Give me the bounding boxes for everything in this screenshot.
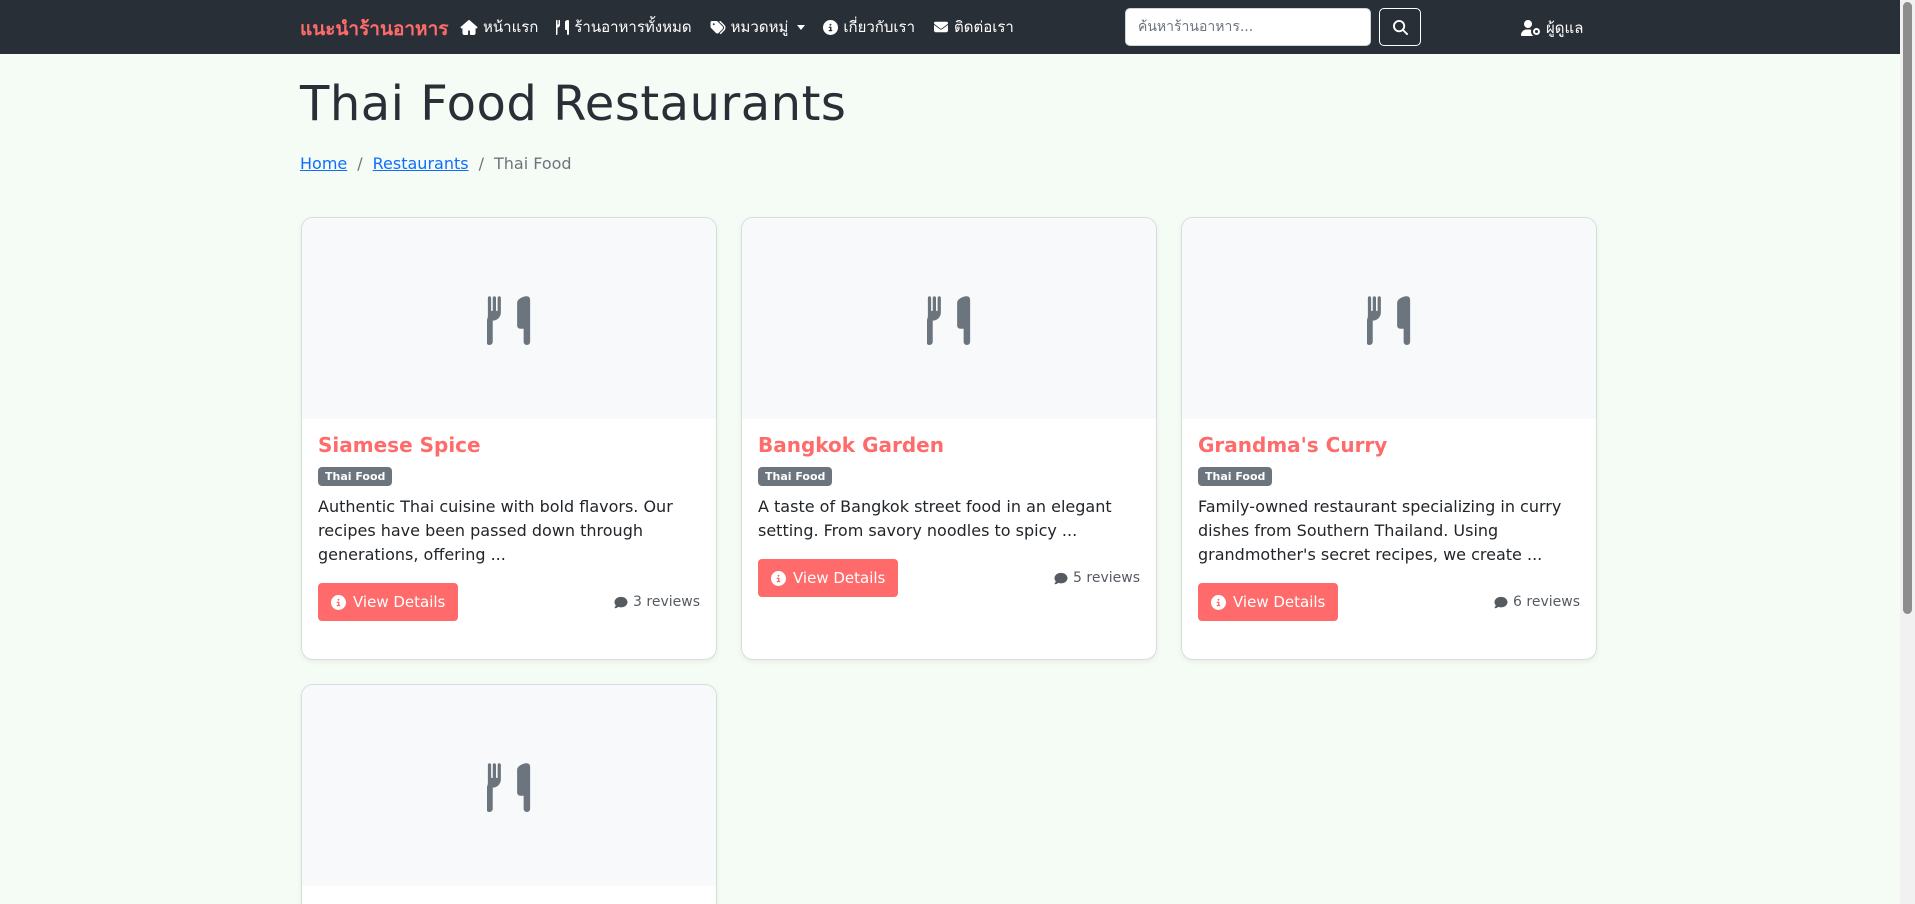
breadcrumb-current: Thai Food (493, 154, 572, 173)
category-badge: Thai Food (758, 467, 833, 486)
chevron-down-icon (797, 24, 806, 30)
breadcrumb-home[interactable]: Home (300, 154, 347, 173)
utensils-icon (487, 762, 531, 812)
restaurant-card: Siamese Spice Thai Food Authentic Thai c… (301, 217, 717, 660)
view-details-label: View Details (353, 593, 446, 611)
breadcrumb-separator: / (357, 154, 363, 173)
top-navbar: แนะนำร้านอาหาร หน้าแรก ร้านอาหารทั้งหมด … (0, 0, 1900, 54)
review-count-label: 5 reviews (1073, 570, 1140, 586)
review-count: 6 reviews (1494, 594, 1580, 610)
restaurant-card (301, 684, 717, 904)
restaurant-description: A taste of Bangkok street food in an ele… (758, 497, 1112, 540)
restaurant-name[interactable]: Bangkok Garden (758, 433, 1140, 457)
review-count: 5 reviews (1054, 570, 1140, 586)
card-footer: View Details 3 reviews (318, 583, 700, 621)
restaurant-name[interactable]: Grandma's Curry (1198, 433, 1580, 457)
restaurant-name[interactable]: Siamese Spice (318, 433, 700, 457)
card-image-placeholder (302, 218, 716, 419)
review-count-label: 6 reviews (1513, 594, 1580, 610)
admin-label: ผู้ดูแล (1546, 19, 1584, 37)
card-footer: View Details 6 reviews (1198, 583, 1580, 621)
nav-categories-dropdown[interactable]: หมวดหมู่ (710, 15, 806, 39)
category-badge: Thai Food (318, 467, 393, 486)
nav-contact-label: ติดต่อเรา (954, 18, 1014, 36)
card-body: Siamese Spice Thai Food Authentic Thai c… (302, 419, 716, 635)
nav-home-label: หน้าแรก (483, 18, 539, 36)
view-details-button[interactable]: View Details (758, 559, 899, 597)
admin-link[interactable]: ผู้ดูแล (1521, 16, 1583, 40)
info-icon (771, 570, 786, 586)
user-gear-icon (1521, 20, 1540, 36)
breadcrumb-restaurants[interactable]: Restaurants (373, 154, 469, 173)
nav-home[interactable]: หน้าแรก (460, 15, 538, 39)
tags-icon (710, 20, 726, 34)
restaurant-description: Family-owned restaurant specializing in … (1198, 497, 1562, 564)
search-input[interactable] (1125, 8, 1371, 46)
card-body: Bangkok Garden Thai Food A taste of Bang… (742, 419, 1156, 611)
restaurant-card: Grandma's Curry Thai Food Family-owned r… (1181, 217, 1597, 660)
view-details-button[interactable]: View Details (318, 583, 459, 621)
home-icon (460, 19, 478, 35)
card-footer: View Details 5 reviews (758, 559, 1140, 597)
restaurant-description: Authentic Thai cuisine with bold flavors… (318, 497, 673, 564)
nav-all-restaurants-label: ร้านอาหารทั้งหมด (574, 18, 692, 36)
info-icon (823, 19, 839, 35)
breadcrumb-separator: / (478, 154, 484, 173)
brand-logo[interactable]: แนะนำร้านอาหาร (300, 14, 448, 44)
review-count-label: 3 reviews (633, 594, 700, 610)
page-title: Thai Food Restaurants (300, 76, 847, 132)
nav-links: หน้าแรก ร้านอาหารทั้งหมด หมวดหมู่ เกี่ยว… (460, 0, 1014, 54)
view-details-label: View Details (793, 569, 886, 587)
utensils-icon (556, 20, 570, 35)
comment-icon (1494, 596, 1508, 608)
search-button[interactable] (1379, 8, 1421, 46)
category-badge: Thai Food (1198, 467, 1273, 486)
utensils-icon (487, 295, 531, 345)
nav-contact[interactable]: ติดต่อเรา (933, 15, 1014, 39)
card-image-placeholder (742, 218, 1156, 419)
info-icon (1211, 594, 1226, 610)
info-icon (331, 594, 346, 610)
review-count: 3 reviews (614, 594, 700, 610)
card-body: Grandma's Curry Thai Food Family-owned r… (1182, 419, 1596, 635)
utensils-icon (1367, 295, 1411, 345)
utensils-icon (927, 295, 971, 345)
breadcrumb: Home / Restaurants / Thai Food (300, 154, 572, 173)
search-icon (1392, 19, 1408, 35)
card-image-placeholder (302, 685, 716, 886)
comment-icon (1054, 572, 1068, 584)
nav-about-label: เกี่ยวกับเรา (843, 18, 915, 36)
card-image-placeholder (1182, 218, 1596, 419)
view-details-button[interactable]: View Details (1198, 583, 1339, 621)
restaurant-card: Bangkok Garden Thai Food A taste of Bang… (741, 217, 1157, 660)
view-details-label: View Details (1233, 593, 1326, 611)
nav-categories-label: หมวดหมู่ (730, 18, 789, 36)
envelope-icon (934, 21, 948, 33)
scrollbar-thumb[interactable] (1903, 2, 1912, 614)
comment-icon (614, 596, 628, 608)
nav-about[interactable]: เกี่ยวกับเรา (823, 15, 915, 39)
nav-all-restaurants[interactable]: ร้านอาหารทั้งหมด (556, 15, 692, 39)
page-scrollbar[interactable] (1900, 0, 1915, 904)
